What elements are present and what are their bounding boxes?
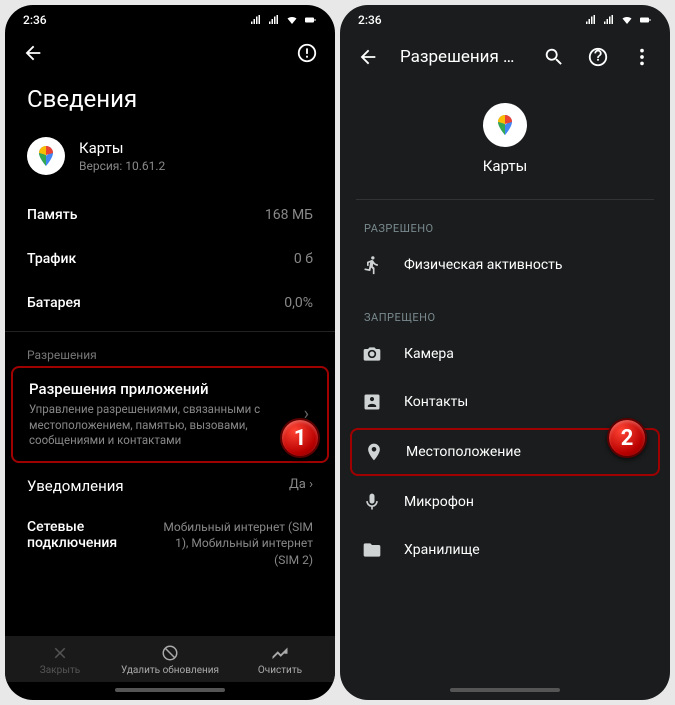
nav-handle[interactable] [115, 688, 225, 692]
network-row[interactable]: Сетевые подключенияМобильный интернет (S… [5, 509, 335, 579]
permissions-section-label: Разрешения [5, 338, 335, 366]
perm-title: Разрешения приложений [29, 380, 311, 398]
app-bar [5, 31, 335, 75]
maps-app-icon [27, 137, 65, 175]
page-title: Сведения [5, 75, 335, 129]
notifications-row[interactable]: УведомленияДа › [5, 463, 335, 509]
search-icon[interactable] [542, 45, 566, 69]
denied-section-label: Запрещено [340, 289, 670, 330]
memory-row[interactable]: Память168 МБ [5, 193, 335, 237]
app-header: Карты [340, 83, 670, 199]
traffic-row[interactable]: Трафик0 б [5, 237, 335, 281]
allowed-section-label: Разрешено [340, 200, 670, 241]
wifi-icon [620, 14, 634, 26]
page-title: Разрешения при.. [400, 47, 522, 67]
perm-desc: Управление разрешениями, связанными с ме… [29, 402, 269, 449]
app-permissions-row[interactable]: Разрешения приложений Управление разреше… [11, 366, 329, 463]
bottom-bar: Закрыть Удалить обновления Очистить [5, 636, 335, 682]
annotation-badge-1: 1 [280, 418, 320, 458]
back-button[interactable] [356, 45, 380, 69]
app-bar: Разрешения при.. [340, 31, 670, 83]
camera-icon [362, 344, 382, 364]
nav-handle[interactable] [450, 688, 560, 692]
wifi-icon [285, 14, 299, 26]
phone-right: 2:36 Разрешения при.. Карты Разрешено Фи… [340, 5, 670, 700]
maps-app-icon [483, 103, 527, 147]
location-icon [364, 442, 384, 462]
app-header: Карты Версия: 10.61.2 [5, 129, 335, 193]
annotation-badge-2: 2 [607, 418, 647, 458]
overflow-icon[interactable] [630, 45, 654, 69]
divider [5, 331, 335, 332]
battery-row[interactable]: Батарея0,0% [5, 281, 335, 325]
phone-left: 2:36 Сведения Карты Версия: 10.61.2 Памя… [5, 5, 335, 700]
clear-button[interactable]: Очистить [225, 644, 335, 676]
status-time: 2:36 [23, 13, 47, 27]
contacts-icon [362, 392, 382, 412]
permission-activity[interactable]: Физическая активность [340, 241, 670, 289]
battery-icon [303, 14, 317, 26]
status-bar: 2:36 [340, 5, 670, 31]
status-icons [249, 14, 317, 26]
status-icons [584, 14, 652, 26]
app-name: Карты [79, 139, 165, 157]
permission-storage[interactable]: Хранилище [340, 526, 670, 574]
permission-microphone[interactable]: Микрофон [340, 478, 670, 526]
back-button[interactable] [21, 41, 45, 65]
folder-icon [362, 540, 382, 560]
status-time: 2:36 [358, 13, 382, 27]
status-bar: 2:36 [5, 5, 335, 31]
activity-icon [362, 255, 382, 275]
app-name: Карты [483, 157, 528, 175]
signal-icon [249, 14, 263, 26]
app-version: Версия: 10.61.2 [79, 159, 165, 173]
close-button: Закрыть [5, 644, 115, 676]
signal-icon [584, 14, 598, 26]
signal-icon [602, 14, 616, 26]
uninstall-updates-button[interactable]: Удалить обновления [115, 644, 225, 676]
mic-icon [362, 492, 382, 512]
help-icon[interactable] [586, 45, 610, 69]
info-icon[interactable] [295, 41, 319, 65]
battery-icon [638, 14, 652, 26]
permission-camera[interactable]: Камера [340, 330, 670, 378]
signal-icon [267, 14, 281, 26]
